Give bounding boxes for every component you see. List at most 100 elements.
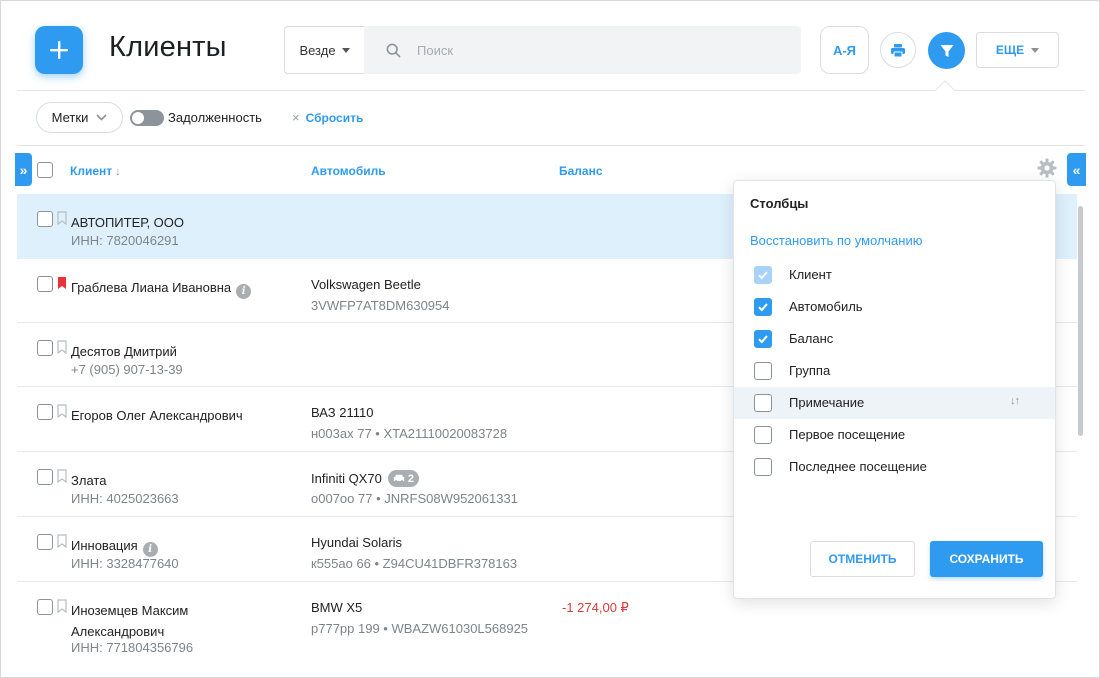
column-option-checkbox[interactable] bbox=[754, 298, 772, 316]
add-client-button[interactable] bbox=[35, 26, 83, 74]
client-details: ИНН: 771804356796 bbox=[71, 640, 194, 655]
car-vin: 3VWFP7AT8DM630954 bbox=[311, 298, 450, 313]
row-checkbox[interactable] bbox=[37, 276, 53, 292]
client-name[interactable]: АВТОПИТЕР, ООО bbox=[71, 212, 271, 233]
expand-right-panel-button[interactable]: « bbox=[1067, 153, 1086, 186]
reset-filters-label: Сбросить bbox=[305, 110, 364, 125]
bookmark-icon[interactable] bbox=[57, 211, 67, 225]
restore-defaults-link[interactable]: Восстановить по умолчанию bbox=[750, 233, 922, 248]
row-checkbox[interactable] bbox=[37, 404, 53, 420]
more-label: ЕЩЕ bbox=[995, 43, 1025, 57]
column-option-checkbox[interactable] bbox=[754, 458, 772, 476]
car-plate-vin: к555ао 66 • Z94CU41DBFR378163 bbox=[311, 556, 518, 571]
client-name[interactable]: Злата bbox=[71, 470, 271, 491]
row-checkbox[interactable] bbox=[37, 340, 53, 356]
column-option-checkbox[interactable] bbox=[754, 362, 772, 380]
sort-down-icon: ↓ bbox=[115, 166, 121, 178]
search-scope-select[interactable]: Везде bbox=[284, 26, 364, 74]
chevron-down-icon bbox=[1031, 47, 1040, 53]
column-option-label: Группа bbox=[789, 363, 831, 378]
column-option-car[interactable]: Автомобиль bbox=[734, 291, 1055, 323]
sort-alphabetical-button[interactable]: А-Я bbox=[820, 26, 869, 74]
column-option-group[interactable]: Группа bbox=[734, 355, 1055, 387]
column-option-checkbox[interactable] bbox=[754, 394, 772, 412]
plus-icon bbox=[50, 41, 68, 59]
column-option-last-visit[interactable]: Последнее посещение bbox=[734, 451, 1055, 483]
car-model: ВАЗ 21110 bbox=[311, 405, 374, 420]
column-option-balance[interactable]: Баланс bbox=[734, 323, 1055, 355]
client-name[interactable]: Десятов Дмитрий bbox=[71, 341, 271, 362]
checkmark-icon bbox=[758, 335, 768, 344]
save-button[interactable]: СОХРАНИТЬ bbox=[930, 541, 1043, 577]
client-name[interactable]: Егоров Олег Александрович bbox=[71, 405, 271, 426]
car-model: BMW X5 bbox=[311, 600, 363, 615]
client-name-text: Инновация bbox=[71, 538, 138, 553]
bookmark-filled-icon[interactable] bbox=[57, 276, 67, 290]
column-option-checkbox[interactable] bbox=[754, 330, 772, 348]
info-icon[interactable]: i bbox=[236, 284, 252, 299]
checkmark-icon bbox=[758, 303, 768, 312]
search-field bbox=[364, 26, 801, 74]
funnel-icon bbox=[940, 44, 953, 57]
bookmark-icon[interactable] bbox=[57, 599, 67, 613]
checkmark-icon bbox=[758, 271, 768, 280]
header-divider bbox=[17, 90, 1085, 91]
row-checkbox[interactable] bbox=[37, 469, 53, 485]
bookmark-icon[interactable] bbox=[57, 469, 67, 483]
reset-filters-link[interactable]: × Сбросить bbox=[292, 110, 363, 125]
client-phone: +7 (905) 907-13-39 bbox=[71, 362, 183, 377]
bookmark-icon[interactable] bbox=[57, 404, 67, 418]
column-option-checkbox bbox=[754, 266, 772, 284]
car-model: Infiniti QX70 2 bbox=[311, 470, 419, 487]
tags-filter-select[interactable]: Метки bbox=[36, 102, 123, 133]
column-option-label: Последнее посещение bbox=[789, 459, 927, 474]
column-header-balance[interactable]: Баланс bbox=[559, 164, 603, 178]
columns-popup-title: Столбцы bbox=[750, 196, 809, 211]
column-option-label: Баланс bbox=[789, 331, 834, 346]
search-input[interactable] bbox=[415, 41, 775, 59]
car-count-badge[interactable]: 2 bbox=[387, 470, 419, 487]
client-name[interactable]: Иноземцев Максим Александрович bbox=[71, 600, 246, 642]
app-window: Клиенты Везде А-Я ЕЩЕ Мет bbox=[0, 0, 1100, 678]
column-option-first-visit[interactable]: Первое посещение bbox=[734, 419, 1055, 451]
car-model-text: Infiniti QX70 bbox=[311, 471, 382, 486]
cancel-button[interactable]: ОТМЕНИТЬ bbox=[810, 541, 915, 577]
info-icon[interactable]: i bbox=[142, 542, 158, 557]
row-checkbox[interactable] bbox=[37, 211, 53, 227]
bookmark-icon[interactable] bbox=[57, 534, 67, 548]
reorder-handle-icon[interactable]: ↓↑ bbox=[1010, 395, 1020, 407]
car-count: 2 bbox=[407, 472, 414, 485]
client-name-text: Граблева Лиана Ивановна bbox=[71, 280, 232, 295]
table-scrollbar[interactable] bbox=[1078, 206, 1083, 436]
client-name[interactable]: Граблева Лиана Ивановна i bbox=[71, 277, 271, 299]
printer-icon bbox=[891, 43, 905, 57]
column-option-note[interactable]: Примечание ↓↑ bbox=[734, 387, 1055, 419]
filter-divider bbox=[17, 145, 1085, 146]
filter-button[interactable] bbox=[928, 32, 965, 69]
tags-filter-label: Метки bbox=[51, 110, 89, 125]
car-plate-vin: н003ах 77 • XTA21110020083728 bbox=[311, 426, 508, 441]
gear-icon bbox=[1037, 158, 1057, 178]
more-menu-button[interactable]: ЕЩЕ bbox=[976, 32, 1059, 68]
filter-panel-pointer bbox=[935, 80, 955, 100]
column-option-label: Клиент bbox=[789, 267, 832, 282]
bookmark-icon[interactable] bbox=[57, 340, 67, 354]
column-header-client[interactable]: Клиент ↓ bbox=[70, 164, 121, 178]
row-checkbox[interactable] bbox=[37, 599, 53, 615]
client-details: ИНН: 4025023663 bbox=[71, 491, 179, 506]
column-option-label: Первое посещение bbox=[789, 427, 906, 442]
chevron-down-icon bbox=[341, 47, 350, 53]
client-name[interactable]: Инновация i bbox=[71, 535, 271, 557]
client-balance: -1 274,00 ₽ bbox=[562, 600, 629, 615]
car-plate-vin: о007оо 77 • JNRFS08W952061331 bbox=[311, 491, 518, 506]
select-all-checkbox[interactable] bbox=[37, 162, 53, 178]
column-option-label: Автомобиль bbox=[789, 299, 863, 314]
column-option-label: Примечание bbox=[789, 395, 865, 410]
debt-toggle[interactable] bbox=[130, 110, 164, 126]
print-button[interactable] bbox=[880, 32, 916, 68]
column-option-client[interactable]: Клиент bbox=[734, 259, 1055, 291]
expand-left-panel-button[interactable]: » bbox=[15, 153, 32, 186]
column-option-checkbox[interactable] bbox=[754, 426, 772, 444]
column-header-car[interactable]: Автомобиль bbox=[311, 164, 386, 178]
row-checkbox[interactable] bbox=[37, 534, 53, 550]
